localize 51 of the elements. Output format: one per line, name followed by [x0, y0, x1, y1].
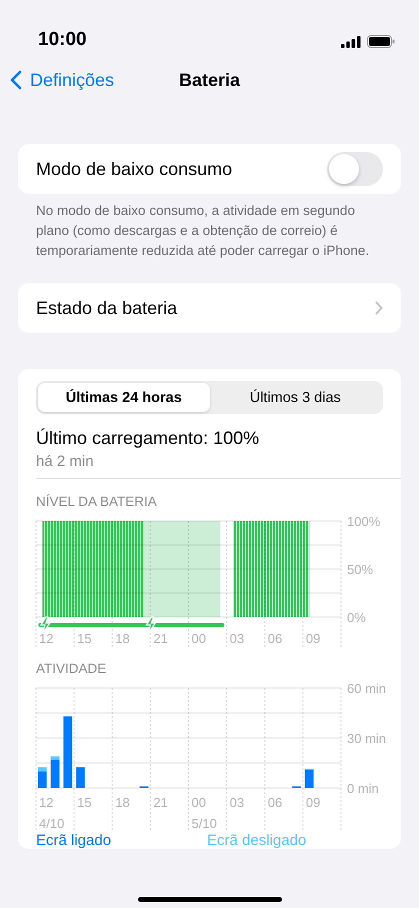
axis-label: 0 min [347, 781, 379, 796]
toggle-switch[interactable] [327, 152, 383, 186]
axis-label: 100% [347, 514, 380, 529]
axis-label: 50% [347, 562, 374, 577]
screen-off-bar [50, 756, 60, 760]
axis-label: 09 [306, 631, 320, 646]
axis-label: 0% [347, 610, 366, 625]
signal-icon [341, 36, 361, 48]
axis-label: 00 [192, 631, 206, 646]
setting-label: Modo de baixo consumo [36, 158, 232, 180]
battery-health-row[interactable]: Estado da bateria [18, 283, 401, 333]
screen-on-bar [304, 770, 314, 788]
axis-label: 12 [39, 631, 54, 646]
date-label: 5/10 [192, 816, 217, 831]
axis-label: 18 [115, 795, 130, 810]
lightning-icon [145, 616, 157, 634]
screen-on-bar [63, 716, 72, 788]
legend-label: Ecrã desligado [207, 832, 306, 849]
period-tab[interactable]: Últimos 3 dias [210, 383, 381, 412]
screen-on-bar [76, 767, 85, 788]
last-charge-label: Último carregamento: 100% [36, 428, 260, 449]
footer-note: No modo de baixo consumo, a atividade em segundo plano (como descargas e a obtenção de correio) é temporariamente reduzida até poder carregar o iPhone. [35, 202, 370, 260]
screen-on-bar [50, 760, 60, 788]
date-label: 4/10 [39, 816, 64, 831]
axis-label: 12 [39, 795, 54, 810]
screen-off-bar [38, 767, 47, 772]
axis-label: 00 [192, 795, 206, 810]
axis-label: 18 [115, 631, 130, 646]
axis-label: 21 [153, 795, 168, 810]
axis-label: 03 [230, 795, 244, 810]
battery-icon [367, 35, 395, 48]
legend-label: Ecrã ligado [36, 832, 112, 849]
axis-label: 06 [268, 631, 282, 646]
axis-label: 15 [77, 631, 92, 646]
chart-title: NÍVEL DA BATERIA [36, 494, 158, 509]
axis-label: 30 min [347, 731, 386, 746]
last-charge-time: há 2 min [36, 453, 95, 470]
page-title: Bateria [178, 70, 240, 90]
status-time: 10:00 [38, 29, 87, 52]
axis-label: 15 [77, 795, 92, 810]
chevron-icon [375, 301, 383, 315]
back-button[interactable]: Definições [0, 70, 114, 90]
axis-label: 06 [268, 795, 282, 810]
screen-on-bar [38, 771, 47, 788]
chart-title: ATIVIDADE [36, 661, 108, 676]
axis-label: 09 [306, 795, 320, 810]
period-tab[interactable]: Últimas 24 horas [38, 383, 210, 412]
axis-label: 21 [153, 631, 168, 646]
back-chevron-icon [10, 70, 22, 90]
axis-label: 60 min [347, 681, 386, 696]
axis-label: 03 [230, 631, 244, 646]
